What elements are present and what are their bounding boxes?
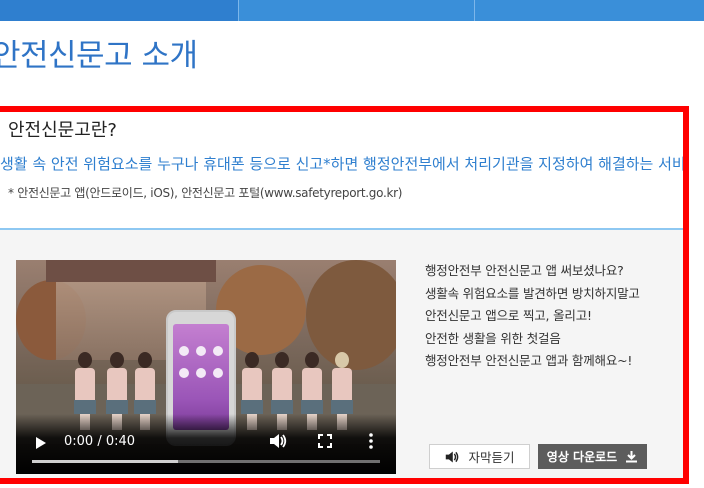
more-options-icon[interactable] — [366, 432, 376, 450]
description-line: 안전신문고 앱으로 찍고, 올리고! — [425, 308, 592, 323]
tab-active[interactable] — [0, 0, 238, 21]
description-line: 생활속 위험요소를 발견하면 방치하지말고 — [425, 285, 640, 301]
video-progress-bar[interactable] — [32, 460, 380, 463]
intro-section: 안전신문고란? 생활 속 안전 위험요소를 누구나 휴대폰 등으로 신고*하면 … — [0, 106, 689, 484]
fullscreen-icon[interactable] — [318, 434, 332, 448]
intro-question: 안전신문고란? — [8, 120, 117, 141]
page-title: 안전신문고 소개 — [0, 38, 198, 74]
video-controls: 0:00 / 0:40 — [16, 414, 396, 474]
roof-graphic — [46, 260, 216, 282]
speaker-icon — [446, 451, 459, 462]
intro-note: * 안전신문고 앱(안드로이드, iOS), 안전신문고 포털(www.safe… — [8, 186, 403, 200]
description-line: 안전한 생활을 위한 첫걸음 — [425, 330, 561, 346]
description-line: 행정안전부 안전신문고 앱과 함께해요~! — [425, 353, 633, 368]
volume-icon[interactable] — [268, 432, 288, 450]
media-area: 0:00 / 0:40 행정안전부 안전신문고 앱 써보셨나요? 생활속 위험요… — [0, 230, 683, 478]
tab-second[interactable] — [239, 0, 474, 21]
top-nav — [0, 0, 704, 21]
intro-description: 생활 속 안전 위험요소를 누구나 휴대폰 등으로 신고*하면 행정안전부에서 … — [0, 155, 689, 173]
video-download-label: 영상 다운로드 — [546, 450, 618, 464]
video-download-button[interactable]: 영상 다운로드 — [538, 444, 647, 469]
video-description: 행정안전부 안전신문고 앱 써보셨나요? 생활속 위험요소를 발견하면 방치하지… — [425, 260, 675, 373]
video-time: 0:00 / 0:40 — [64, 434, 136, 449]
tab-third[interactable] — [475, 0, 704, 21]
play-icon[interactable] — [36, 437, 46, 449]
description-line: 행정안전부 안전신문고 앱 써보셨나요? — [425, 263, 624, 278]
subtitle-listen-label: 자막듣기 — [468, 450, 515, 465]
video-player[interactable]: 0:00 / 0:40 — [16, 260, 396, 474]
video-buffered-bar — [32, 460, 179, 463]
download-icon — [626, 451, 638, 463]
subtitle-listen-button[interactable]: 자막듣기 — [429, 444, 530, 469]
